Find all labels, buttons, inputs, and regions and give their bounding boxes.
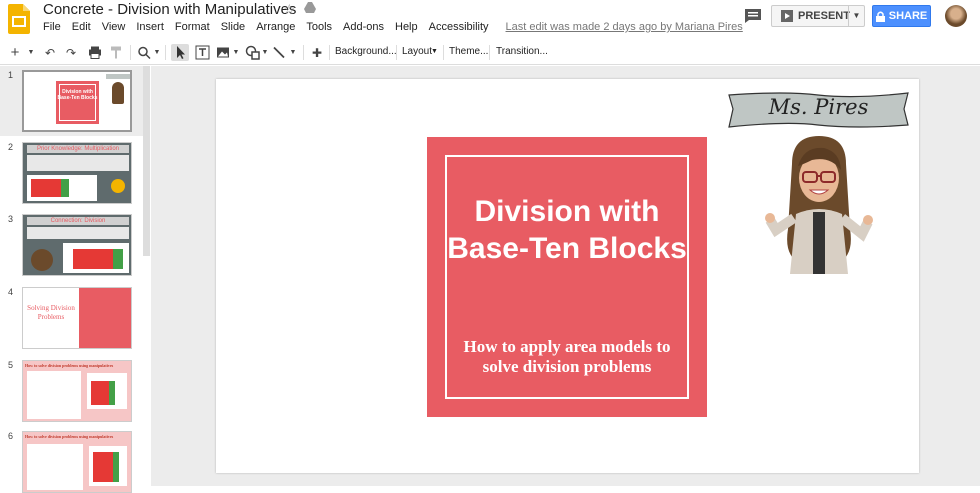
- title-box[interactable]: Division with Base-Ten Blocks How to app…: [427, 137, 707, 417]
- slide-subtitle[interactable]: How to apply area models to solve divisi…: [447, 337, 687, 377]
- user-avatar[interactable]: [945, 5, 967, 27]
- menu-slide[interactable]: Slide: [221, 21, 245, 33]
- menu-arrange[interactable]: Arrange: [256, 21, 295, 33]
- star-icon[interactable]: ☆: [283, 1, 296, 18]
- banner-text[interactable]: Ms. Pires: [726, 89, 911, 129]
- menu-insert[interactable]: Insert: [136, 21, 164, 33]
- slide-number: 2: [8, 142, 14, 152]
- teacher-bitmoji: [765, 136, 873, 274]
- slide-number: 4: [8, 287, 14, 297]
- zoom-icon[interactable]: [137, 44, 151, 61]
- slides-logo-icon[interactable]: [8, 4, 30, 34]
- toolbar-separator: [165, 45, 166, 60]
- thumb-title: Connection: Division: [27, 217, 129, 225]
- toolbar-separator: [130, 45, 131, 60]
- top-bar: Concrete - Division with Manipulatives ☆…: [0, 0, 980, 40]
- thumb-banner: [106, 74, 130, 79]
- filmstrip-scrollbar[interactable]: [143, 66, 150, 256]
- toolbar-separator: [329, 45, 330, 60]
- background-button[interactable]: Background...: [335, 46, 397, 57]
- select-cursor-icon[interactable]: [171, 44, 189, 61]
- menu-bar: File Edit View Insert Format Slide Arran…: [43, 21, 754, 33]
- slide-number: 1: [8, 70, 14, 80]
- lock-icon: [875, 11, 885, 22]
- menu-format[interactable]: Format: [175, 21, 210, 33]
- toolbar-separator: [396, 45, 397, 60]
- thumb-title: Prior Knowledge: Multiplication: [27, 145, 129, 153]
- new-slide-dropdown-icon[interactable]: ▼: [26, 44, 36, 61]
- thumb-title: Division with Base-Ten Blocks: [57, 89, 98, 101]
- text-box-icon[interactable]: [195, 44, 210, 61]
- thumb-title: Solving Division Problems: [27, 304, 75, 321]
- slide-thumbnail-4[interactable]: Solving Division Problems: [22, 287, 132, 349]
- undo-icon[interactable]: ↶: [43, 44, 57, 61]
- slide-title[interactable]: Division with Base-Ten Blocks: [447, 193, 687, 267]
- slide-thumbnail-5[interactable]: How to solve division problems using man…: [22, 360, 132, 422]
- menu-tools[interactable]: Tools: [306, 21, 332, 33]
- shape-dropdown-icon[interactable]: ▼: [261, 44, 269, 61]
- toolbar-separator: [489, 45, 490, 60]
- menu-accessibility[interactable]: Accessibility: [429, 21, 489, 33]
- toolbar-separator: [303, 45, 304, 60]
- present-button[interactable]: PRESENT ▼: [771, 5, 865, 27]
- slide-number: 6: [8, 431, 14, 441]
- menu-help[interactable]: Help: [395, 21, 418, 33]
- present-play-icon: [781, 10, 793, 22]
- thumb-title: How to solve division problems using man…: [25, 434, 114, 439]
- slide-number: 5: [8, 360, 14, 370]
- thumb-title-box: Division with Base-Ten Blocks: [56, 81, 99, 124]
- toolbar: + ▼ ↶ ↷ ▼ ▼ ▼ ▼ ✚ Background... Layout ▼…: [0, 40, 980, 65]
- menu-addons[interactable]: Add-ons: [343, 21, 384, 33]
- current-slide[interactable]: Ms. Pires Division with Base-Ten Blocks …: [216, 79, 919, 473]
- paint-format-icon[interactable]: [110, 44, 122, 61]
- print-icon[interactable]: [88, 44, 102, 61]
- menu-file[interactable]: File: [43, 21, 61, 33]
- last-edit-link[interactable]: Last edit was made 2 days ago by Mariana…: [506, 21, 743, 33]
- slide-thumbnail-1[interactable]: Division with Base-Ten Blocks: [22, 70, 132, 132]
- document-title[interactable]: Concrete - Division with Manipulatives: [43, 1, 296, 18]
- present-dropdown-icon[interactable]: ▼: [848, 6, 864, 26]
- image-icon[interactable]: [216, 44, 230, 61]
- move-to-folder-icon[interactable]: [303, 1, 317, 15]
- image-dropdown-icon[interactable]: ▼: [232, 44, 240, 61]
- toolbar-separator: [443, 45, 444, 60]
- new-slide-icon[interactable]: +: [8, 44, 22, 61]
- slide-thumbnail-3[interactable]: Connection: Division: [22, 214, 132, 276]
- theme-button[interactable]: Theme...: [449, 46, 488, 57]
- share-button[interactable]: SHARE: [872, 5, 931, 27]
- redo-icon[interactable]: ↷: [64, 44, 78, 61]
- thumb-title: How to solve division problems using man…: [25, 363, 114, 368]
- add-comment-icon[interactable]: ✚: [310, 44, 324, 61]
- menu-edit[interactable]: Edit: [72, 21, 91, 33]
- comments-icon[interactable]: [744, 8, 762, 24]
- line-dropdown-icon[interactable]: ▼: [289, 44, 297, 61]
- zoom-dropdown-icon[interactable]: ▼: [153, 44, 161, 61]
- layout-button[interactable]: Layout: [402, 46, 432, 57]
- title-frame: Division with Base-Ten Blocks How to app…: [445, 155, 689, 399]
- thumb-bitmoji: [112, 82, 124, 104]
- line-icon[interactable]: [272, 44, 286, 61]
- slide-thumbnail-6[interactable]: How to solve division problems using man…: [22, 431, 132, 493]
- present-label: PRESENT: [798, 10, 850, 22]
- share-label: SHARE: [888, 10, 928, 22]
- transition-button[interactable]: Transition...: [496, 46, 548, 57]
- slide-thumbnail-2[interactable]: Prior Knowledge: Multiplication: [22, 142, 132, 204]
- shape-icon[interactable]: [245, 44, 260, 61]
- layout-dropdown-icon[interactable]: ▼: [431, 48, 438, 55]
- slide-number: 3: [8, 214, 14, 224]
- menu-view[interactable]: View: [102, 21, 126, 33]
